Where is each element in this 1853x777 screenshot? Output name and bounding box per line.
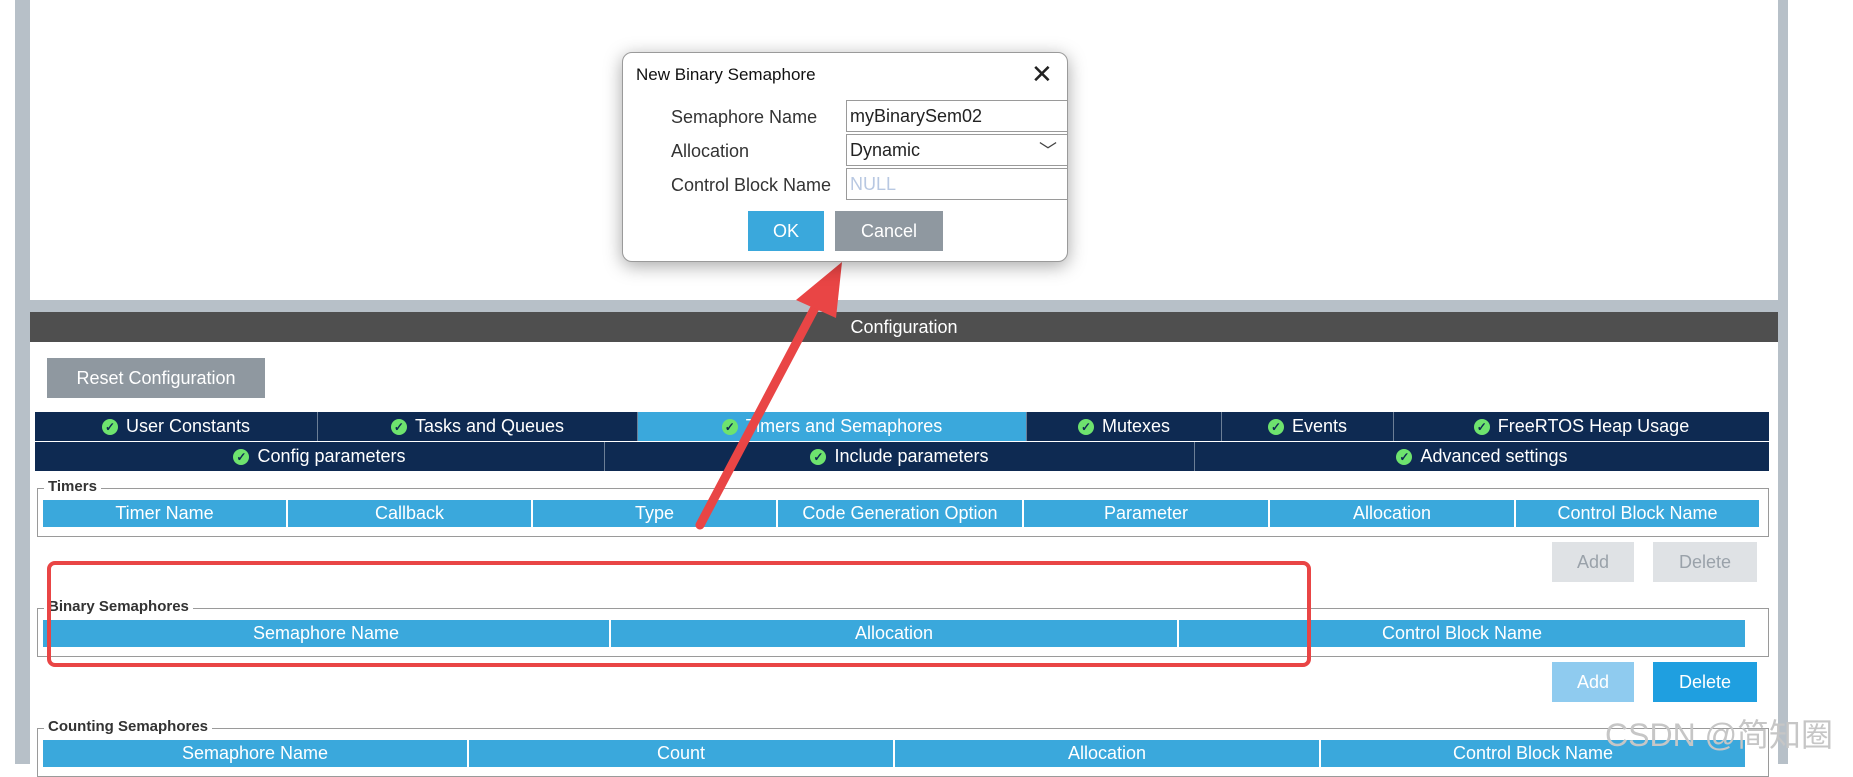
dialog-title: New Binary Semaphore <box>636 65 816 84</box>
semaphore-name-input[interactable]: myBinarySem02 <box>846 100 1068 132</box>
allocation-select[interactable]: Dynamic ﹀ <box>846 134 1068 166</box>
arrow-head <box>796 262 842 318</box>
allocation-label: Allocation <box>671 141 750 161</box>
new-binary-semaphore-dialog: New Binary Semaphore ✕ Semaphore Name my… <box>622 52 1068 262</box>
control-block-name-label: Control Block Name <box>671 175 832 195</box>
close-icon[interactable]: ✕ <box>1031 61 1053 87</box>
semaphore-name-label: Semaphore Name <box>671 107 818 127</box>
control-block-name-input[interactable]: NULL <box>846 168 1068 200</box>
ok-button[interactable]: OK <box>748 211 824 251</box>
watermark: CSDN @简知圈 <box>1605 717 1834 753</box>
cancel-button[interactable]: Cancel <box>835 211 943 251</box>
chevron-down-icon: ﹀ <box>1039 141 1057 161</box>
arrow-shaft <box>695 297 823 530</box>
